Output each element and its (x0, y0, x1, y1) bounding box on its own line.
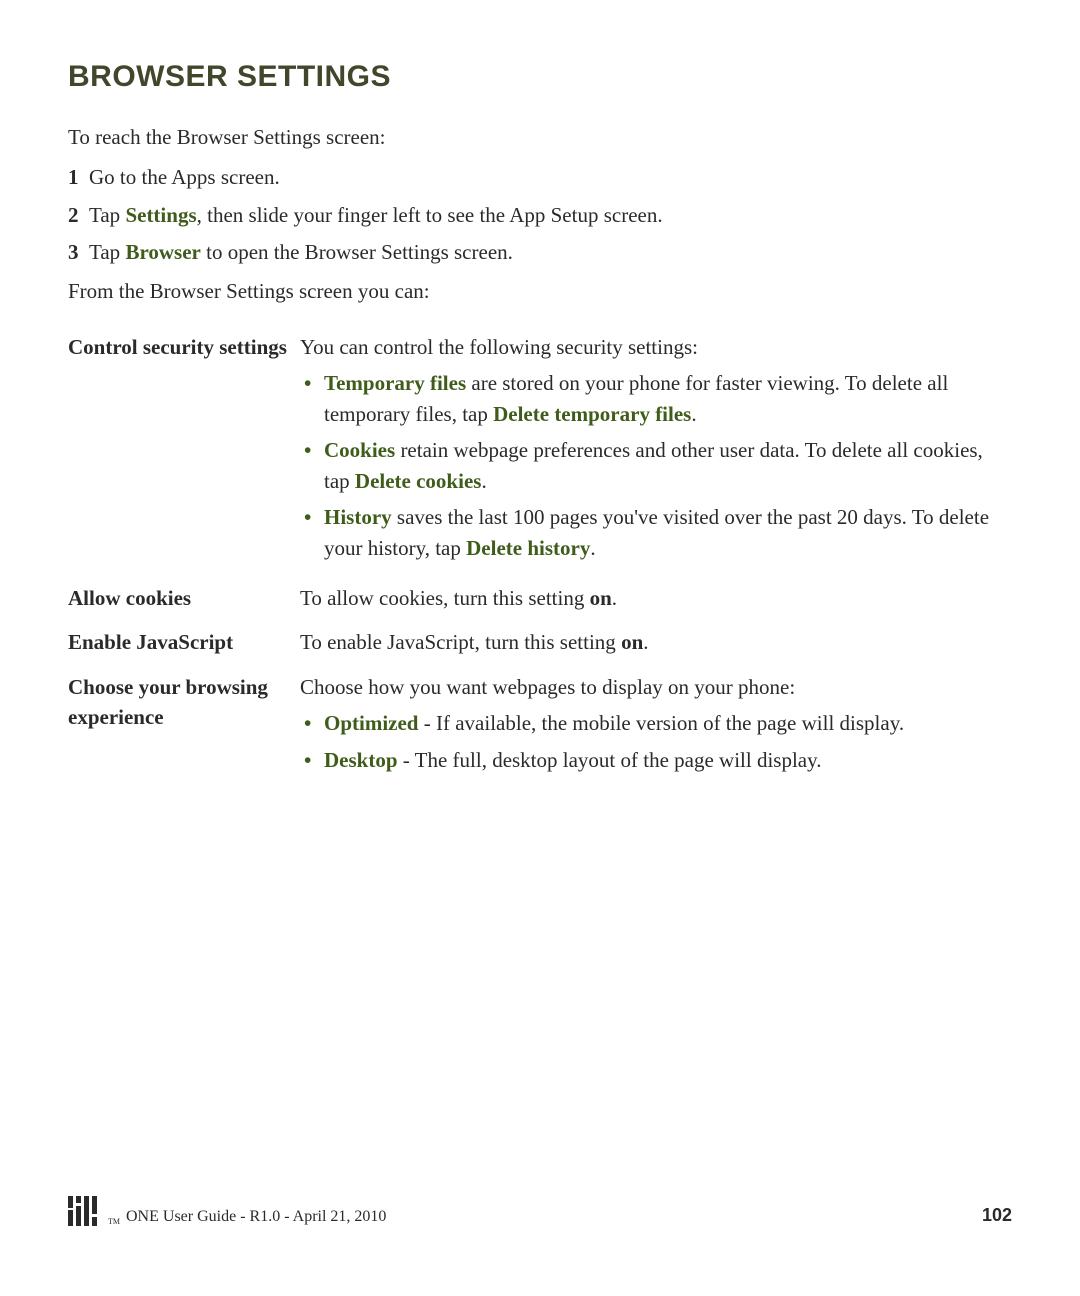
step-text: , then slide your finger left to see the… (197, 203, 663, 227)
step-number: 1 (68, 165, 79, 189)
setting-label: Allow cookies (68, 583, 300, 613)
setting-label: Choose your browsing experience (68, 672, 300, 733)
setting-lead: Choose how you want webpages to display … (300, 675, 795, 699)
browsing-list: Optimized - If available, the mobile ver… (300, 708, 1012, 775)
section-title: BROWSER SETTINGS (68, 60, 1012, 94)
step-1: 1 Go to the Apps screen. (68, 162, 1012, 194)
setting-text: . (612, 586, 617, 610)
setting-text: To allow cookies, turn this setting (300, 586, 590, 610)
list-item: History saves the last 100 pages you've … (300, 502, 1012, 563)
from-text: From the Browser Settings screen you can… (68, 279, 1012, 304)
footer: TM ONE User Guide - R1.0 - April 21, 201… (68, 1196, 1012, 1226)
action-text: Delete temporary files (493, 402, 691, 426)
list-item: Temporary files are stored on your phone… (300, 368, 1012, 429)
tm-text: TM (108, 1217, 120, 1226)
browser-link-text: Browser (125, 240, 200, 264)
action-text: Delete cookies (355, 469, 482, 493)
on-text: on (621, 630, 643, 654)
on-text: on (590, 586, 612, 610)
setting-label: Control security settings (68, 332, 300, 362)
footer-text: ONE User Guide - R1.0 - April 21, 2010 (126, 1208, 386, 1226)
intro-text: To reach the Browser Settings screen: (68, 122, 1012, 152)
security-list: Temporary files are stored on your phone… (300, 368, 1012, 563)
action-text: Delete history (466, 536, 590, 560)
term: Temporary files (324, 371, 466, 395)
step-text: Tap (89, 203, 125, 227)
page-number: 102 (982, 1205, 1012, 1226)
setting-browsing-experience: Choose your browsing experience Choose h… (68, 672, 1012, 781)
setting-allow-cookies: Allow cookies To allow cookies, turn thi… (68, 583, 1012, 613)
step-text: Tap (89, 240, 125, 264)
kin-logo-icon (68, 1196, 102, 1226)
item-text: . (590, 536, 595, 560)
item-text: . (481, 469, 486, 493)
setting-enable-javascript: Enable JavaScript To enable JavaScript, … (68, 627, 1012, 657)
settings-link-text: Settings (125, 203, 196, 227)
step-text: Go to the Apps screen. (89, 165, 280, 189)
setting-label: Enable JavaScript (68, 627, 300, 657)
step-number: 3 (68, 240, 79, 264)
step-2: 2 Tap Settings, then slide your finger l… (68, 200, 1012, 232)
item-text: - If available, the mobile version of th… (419, 711, 905, 735)
term: History (324, 505, 392, 529)
list-item: Cookies retain webpage preferences and o… (300, 435, 1012, 496)
setting-security: Control security settings You can contro… (68, 332, 1012, 569)
step-number: 2 (68, 203, 79, 227)
term: Desktop (324, 748, 398, 772)
item-text: saves the last 100 pages you've visited … (324, 505, 989, 559)
setting-lead: You can control the following security s… (300, 335, 698, 359)
item-text: - The full, desktop layout of the page w… (398, 748, 822, 772)
step-3: 3 Tap Browser to open the Browser Settin… (68, 237, 1012, 269)
term: Cookies (324, 438, 395, 462)
footer-left: TM ONE User Guide - R1.0 - April 21, 201… (68, 1196, 386, 1226)
list-item: Desktop - The full, desktop layout of th… (300, 745, 1012, 775)
term: Optimized (324, 711, 419, 735)
setting-text: . (643, 630, 648, 654)
item-text: . (691, 402, 696, 426)
list-item: Optimized - If available, the mobile ver… (300, 708, 1012, 738)
step-text: to open the Browser Settings screen. (201, 240, 513, 264)
setting-text: To enable JavaScript, turn this setting (300, 630, 621, 654)
